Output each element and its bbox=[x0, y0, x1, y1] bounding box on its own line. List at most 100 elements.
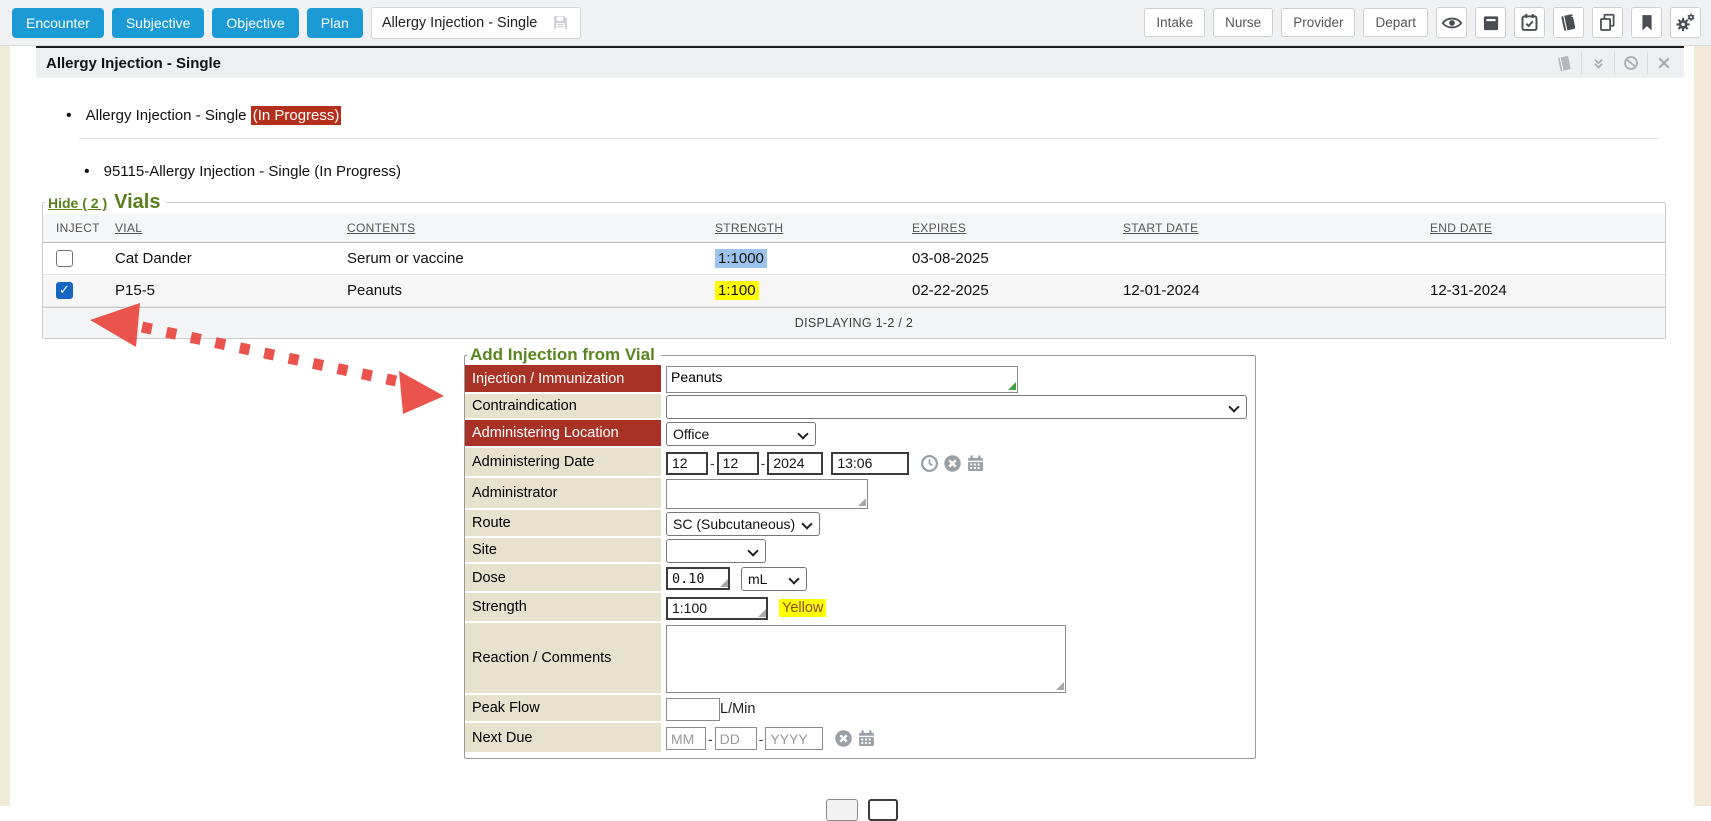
hide-vials-link[interactable]: Hide ( 2 ) bbox=[48, 195, 107, 211]
divider bbox=[79, 138, 1659, 139]
intake-button[interactable]: Intake bbox=[1144, 8, 1205, 37]
administering-location-select[interactable]: Office bbox=[666, 422, 816, 446]
peak-flow-input[interactable] bbox=[666, 698, 720, 721]
administering-date-label: Administering Date bbox=[465, 448, 661, 476]
next-due-day-input[interactable] bbox=[715, 727, 757, 750]
document-title-box[interactable]: Allergy Injection - Single bbox=[371, 7, 582, 39]
resize-grip-icon[interactable] bbox=[1008, 382, 1016, 390]
copy-pages-icon[interactable] bbox=[1592, 7, 1623, 38]
dose-unit-select[interactable]: mL bbox=[741, 567, 807, 591]
status-item: Allergy Injection - Single (In Progress) bbox=[66, 107, 1684, 125]
save-icon bbox=[551, 13, 570, 32]
contraindication-select[interactable] bbox=[666, 395, 1247, 419]
col-header-vial[interactable]: VIAL bbox=[109, 214, 341, 243]
vial-color-note: Yellow bbox=[779, 599, 826, 617]
admin-time-input[interactable] bbox=[831, 452, 909, 475]
col-header-start-date[interactable]: START DATE bbox=[1117, 214, 1424, 243]
clear-x-icon[interactable] bbox=[942, 453, 963, 474]
strength-label: Strength bbox=[465, 593, 661, 621]
contents-cell: Serum or vaccine bbox=[341, 243, 709, 275]
tasks-calendar-icon[interactable] bbox=[1514, 7, 1545, 38]
book-icon[interactable] bbox=[1548, 52, 1581, 74]
administrator-input[interactable] bbox=[666, 479, 868, 509]
peak-flow-unit: L/Min bbox=[720, 701, 755, 717]
reaction-comments-input[interactable] bbox=[666, 625, 1066, 693]
table-row: Cat Dander Serum or vaccine 1:1000 03-08… bbox=[43, 243, 1665, 275]
nurse-button[interactable]: Nurse bbox=[1213, 8, 1273, 37]
site-select[interactable] bbox=[666, 539, 766, 563]
vials-section: Hide ( 2 ) Vials INJECT VIAL CONTENTS ST… bbox=[42, 191, 1666, 339]
resize-grip-icon[interactable] bbox=[720, 579, 728, 587]
settings-gears-icon[interactable] bbox=[1670, 7, 1701, 38]
col-header-contents[interactable]: CONTENTS bbox=[341, 214, 709, 243]
book-icon[interactable] bbox=[1553, 7, 1584, 38]
injection-label: Injection / Immunization bbox=[465, 365, 661, 392]
start-date-cell: 12-01-2024 bbox=[1117, 275, 1424, 307]
inject-checkbox[interactable] bbox=[56, 250, 73, 267]
table-pagination: DISPLAYING 1-2 / 2 bbox=[43, 307, 1665, 338]
disable-icon[interactable] bbox=[1614, 52, 1647, 74]
clock-icon[interactable] bbox=[919, 453, 940, 474]
expires-cell: 03-08-2025 bbox=[906, 243, 1117, 275]
end-date-cell bbox=[1424, 243, 1665, 275]
administrator-label: Administrator bbox=[465, 478, 661, 508]
status-sub-item-label: 95115-Allergy Injection - Single (In Pro… bbox=[104, 163, 401, 180]
start-date-cell bbox=[1117, 243, 1424, 275]
eye-icon[interactable] bbox=[1436, 7, 1467, 38]
panel-titlebar: Allergy Injection - Single bbox=[36, 48, 1684, 78]
clear-x-icon[interactable] bbox=[833, 728, 854, 749]
status-item-label: Allergy Injection - Single bbox=[86, 107, 247, 124]
inject-checkbox[interactable] bbox=[56, 282, 73, 299]
depart-button[interactable]: Depart bbox=[1363, 8, 1428, 37]
left-gutter bbox=[0, 46, 10, 806]
expires-cell: 02-22-2025 bbox=[906, 275, 1117, 307]
add-injection-form: Add Injection from Vial Injection / Immu… bbox=[464, 345, 1256, 759]
strength-input[interactable] bbox=[666, 597, 768, 620]
col-header-strength[interactable]: STRENGTH bbox=[709, 214, 906, 243]
partial-button[interactable] bbox=[868, 799, 898, 821]
panel-title: Allergy Injection - Single bbox=[46, 55, 221, 72]
calendar-icon[interactable] bbox=[856, 728, 877, 749]
close-icon[interactable] bbox=[1647, 52, 1680, 74]
strength-cell: 1:100 bbox=[715, 281, 759, 300]
bookmark-icon[interactable] bbox=[1631, 7, 1662, 38]
top-toolbar: Encounter Subjective Objective Plan Alle… bbox=[0, 0, 1711, 46]
partial-button[interactable] bbox=[826, 799, 858, 821]
reaction-comments-label: Reaction / Comments bbox=[465, 623, 661, 693]
resize-grip-icon[interactable] bbox=[1056, 682, 1064, 690]
route-select[interactable]: SC (Subcutaneous) bbox=[666, 512, 820, 536]
resize-grip-icon[interactable] bbox=[758, 609, 766, 617]
next-due-label: Next Due bbox=[465, 723, 661, 752]
dose-label: Dose bbox=[465, 564, 661, 591]
admin-date-day-input[interactable] bbox=[717, 452, 759, 475]
status-sub-item: 95115-Allergy Injection - Single (In Pro… bbox=[84, 163, 1684, 181]
admin-date-month-input[interactable] bbox=[666, 452, 708, 475]
col-header-expires[interactable]: EXPIRES bbox=[906, 214, 1117, 243]
plan-button[interactable]: Plan bbox=[307, 8, 363, 38]
right-scrollbar-gutter[interactable] bbox=[1694, 46, 1711, 806]
contraindication-label: Contraindication bbox=[465, 394, 661, 418]
end-date-cell: 12-31-2024 bbox=[1424, 275, 1665, 307]
allergy-injection-panel: Allergy Injection - Single Allergy Injec… bbox=[36, 46, 1684, 759]
collapse-double-chevron-icon[interactable] bbox=[1581, 52, 1614, 74]
subjective-button[interactable]: Subjective bbox=[112, 8, 205, 38]
vials-table: INJECT VIAL CONTENTS STRENGTH EXPIRES ST… bbox=[43, 214, 1665, 307]
provider-button[interactable]: Provider bbox=[1281, 8, 1355, 37]
resize-grip-icon[interactable] bbox=[858, 498, 866, 506]
next-due-year-input[interactable] bbox=[765, 727, 823, 750]
vial-cell: Cat Dander bbox=[109, 243, 341, 275]
admin-date-year-input[interactable] bbox=[767, 452, 823, 475]
vials-legend: Vials bbox=[114, 191, 160, 214]
objective-button[interactable]: Objective bbox=[212, 8, 298, 38]
next-due-month-input[interactable] bbox=[666, 727, 706, 750]
encounter-button[interactable]: Encounter bbox=[12, 8, 104, 38]
status-badge: (In Progress) bbox=[251, 106, 342, 125]
calendar-icon[interactable] bbox=[965, 453, 986, 474]
vial-cell: P15-5 bbox=[109, 275, 341, 307]
col-header-end-date[interactable]: END DATE bbox=[1424, 214, 1665, 243]
site-label: Site bbox=[465, 538, 661, 562]
administering-location-label: Administering Location bbox=[465, 420, 661, 446]
contents-cell: Peanuts bbox=[341, 275, 709, 307]
archive-box-icon[interactable] bbox=[1475, 7, 1506, 38]
injection-input[interactable]: Peanuts bbox=[666, 366, 1018, 393]
